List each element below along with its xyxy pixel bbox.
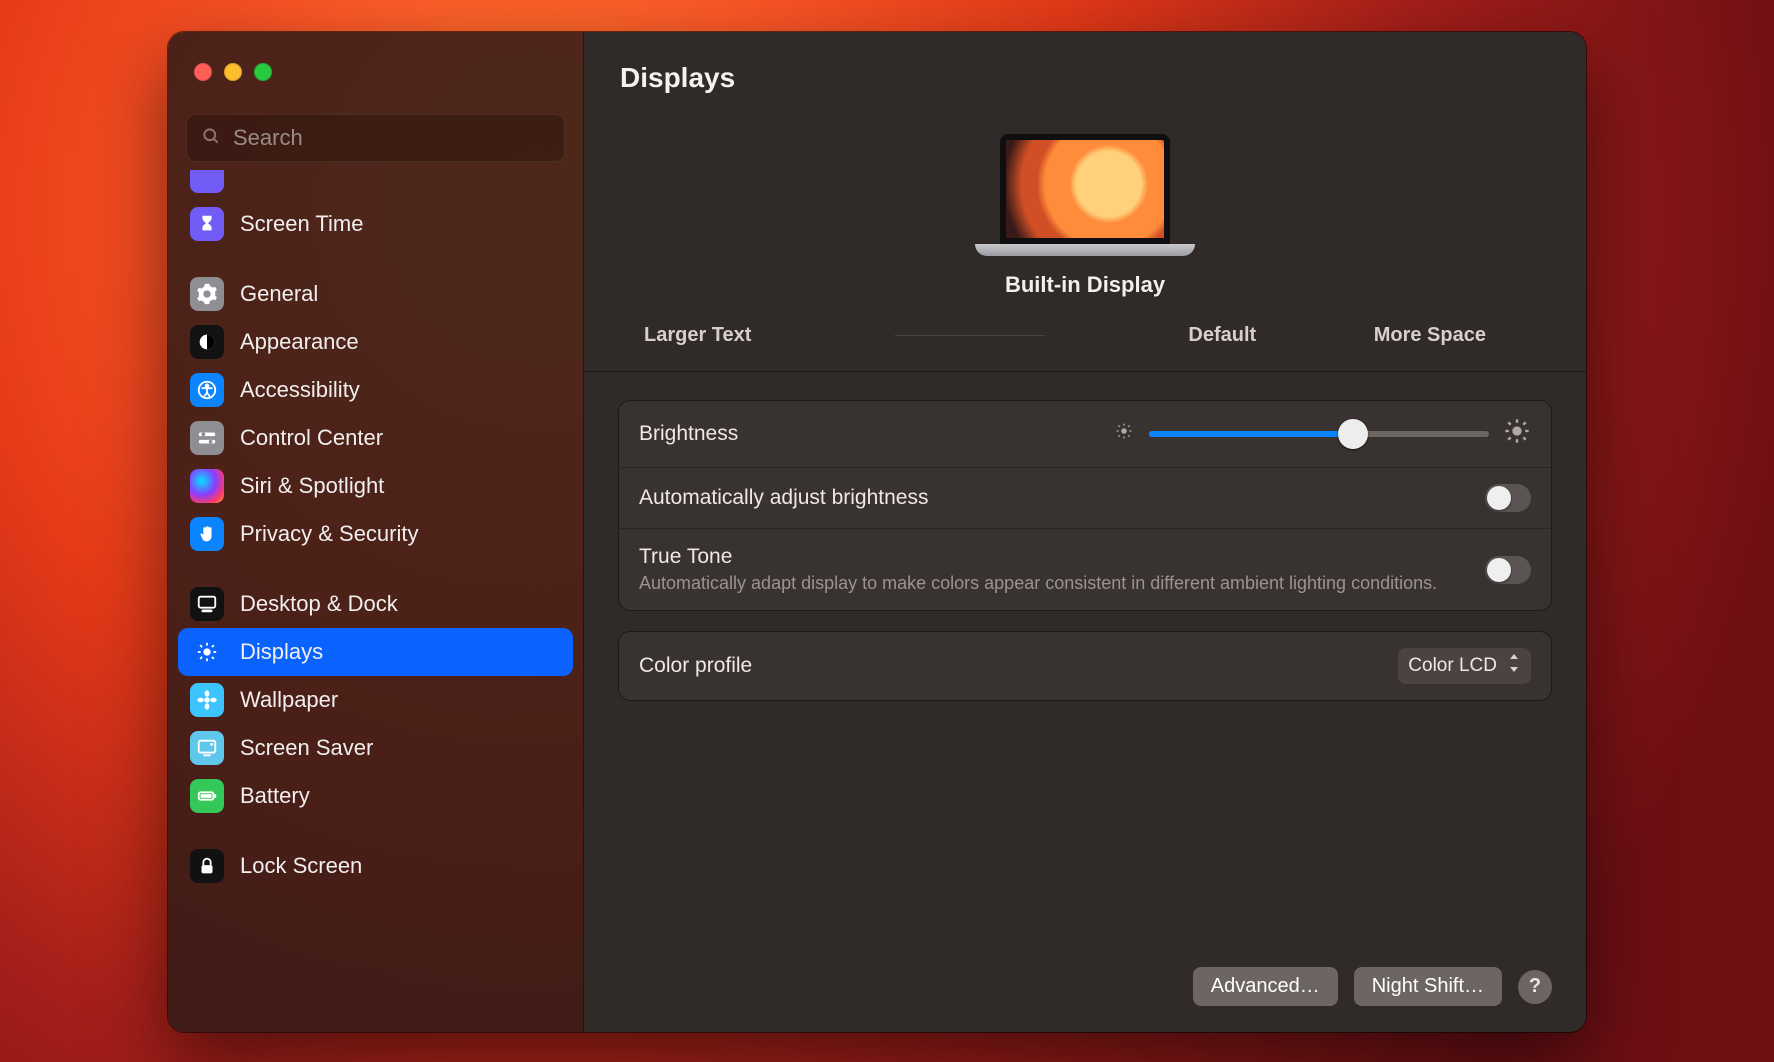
display-hero: Built-in Display Larger Text Default Mor… (584, 94, 1586, 372)
true-tone-toggle[interactable] (1485, 556, 1531, 584)
brightness-row: Brightness (619, 401, 1551, 467)
sidebar-item-desktop-dock[interactable]: Desktop & Dock (178, 580, 573, 628)
sidebar-item-privacy-security[interactable]: Privacy & Security (178, 510, 573, 558)
sidebar-item-accessibility[interactable]: Accessibility (178, 366, 573, 414)
brightness-panel: Brightness (618, 400, 1552, 611)
sidebar-item-screen-time[interactable]: Screen Time (178, 200, 573, 248)
sidebar-item-label: Accessibility (240, 377, 360, 403)
sun-small-icon (1113, 420, 1135, 448)
color-profile-panel: Color profile Color LCD (618, 631, 1552, 701)
sidebar-item-label: Battery (240, 783, 310, 809)
search-field[interactable] (186, 114, 565, 162)
hand-icon (190, 517, 224, 551)
auto-brightness-label: Automatically adjust brightness (639, 486, 928, 510)
flower-icon (190, 683, 224, 717)
footer-buttons: Advanced… Night Shift… ? (1193, 967, 1552, 1006)
sidebar-item-label: Wallpaper (240, 687, 338, 713)
sidebar-item-general[interactable]: General (178, 270, 573, 318)
sidebar-item-label: Siri & Spotlight (240, 473, 384, 499)
lock-icon (190, 849, 224, 883)
advanced-button[interactable]: Advanced… (1193, 967, 1338, 1006)
brightness-slider[interactable] (1149, 431, 1489, 437)
content-pane: Displays Built-in Display Larger Text De… (584, 32, 1586, 1032)
sidebar-item-lock-screen[interactable]: Lock Screen (178, 842, 573, 890)
close-window-button[interactable] (194, 63, 212, 81)
sidebar: Screen Time General Appearance Acces (168, 32, 584, 1032)
brightness-label: Brightness (639, 422, 738, 446)
gear-icon (190, 277, 224, 311)
sidebar-item-label: Desktop & Dock (240, 591, 398, 617)
sidebar-item-battery[interactable]: Battery (178, 772, 573, 820)
sidebar-item-label: General (240, 281, 318, 307)
resolution-scale-row[interactable]: Larger Text Default More Space (584, 310, 1586, 347)
page-title: Displays (584, 32, 1586, 94)
resolution-larger-text: Larger Text (644, 324, 751, 347)
device-name: Built-in Display (1005, 272, 1165, 298)
resolution-default: Default (1188, 324, 1256, 347)
sidebar-item-label: Control Center (240, 425, 383, 451)
sidebar-item-displays[interactable]: Displays (178, 628, 573, 676)
device-illustration (975, 134, 1195, 256)
color-profile-label: Color profile (639, 654, 752, 678)
dock-icon (190, 587, 224, 621)
sidebar-item-label: Appearance (240, 329, 359, 355)
sidebar-item-control-center[interactable]: Control Center (178, 414, 573, 462)
sidebar-item-label: Screen Saver (240, 735, 373, 761)
true-tone-label: True Tone (639, 545, 1437, 569)
hourglass-icon (190, 207, 224, 241)
sidebar-item-label: Displays (240, 639, 323, 665)
siri-icon (190, 469, 224, 503)
sidebar-item-label: Lock Screen (240, 853, 362, 879)
color-profile-select[interactable]: Color LCD (1398, 648, 1531, 684)
search-icon (201, 126, 221, 151)
sidebar-item-label: Screen Time (240, 211, 364, 237)
system-settings-window: Screen Time General Appearance Acces (168, 32, 1586, 1032)
night-shift-button[interactable]: Night Shift… (1354, 967, 1502, 1006)
sidebar-item-appearance[interactable]: Appearance (178, 318, 573, 366)
accessibility-icon (190, 373, 224, 407)
resolution-more-space: More Space (1374, 324, 1486, 347)
brightness-icon (190, 635, 224, 669)
color-profile-value: Color LCD (1408, 655, 1497, 677)
auto-brightness-toggle[interactable] (1485, 484, 1531, 512)
screensaver-icon (190, 731, 224, 765)
sidebar-item-label: Privacy & Security (240, 521, 419, 547)
battery-icon (190, 779, 224, 813)
sidebar-item-wallpaper[interactable]: Wallpaper (178, 676, 573, 724)
appearance-icon (190, 325, 224, 359)
true-tone-description: Automatically adapt display to make colo… (639, 573, 1437, 594)
help-button[interactable]: ? (1518, 970, 1552, 1004)
search-input[interactable] (233, 125, 550, 151)
sidebar-item-siri-spotlight[interactable]: Siri & Spotlight (178, 462, 573, 510)
switches-icon (190, 421, 224, 455)
true-tone-row: True Tone Automatically adapt display to… (619, 528, 1551, 610)
chevron-up-down-icon (1507, 654, 1521, 678)
sun-large-icon (1503, 417, 1531, 451)
color-profpile-row: Color profile Color LCD (619, 632, 1551, 700)
fullscreen-window-button[interactable] (254, 63, 272, 81)
brightness-slider-knob[interactable] (1338, 419, 1368, 449)
sidebar-list: Screen Time General Appearance Acces (168, 170, 583, 890)
window-controls (168, 52, 583, 92)
sidebar-item-screen-saver[interactable]: Screen Saver (178, 724, 573, 772)
auto-brightness-row: Automatically adjust brightness (619, 467, 1551, 528)
sidebar-item-hidden[interactable] (178, 170, 573, 200)
minimize-window-button[interactable] (224, 63, 242, 81)
